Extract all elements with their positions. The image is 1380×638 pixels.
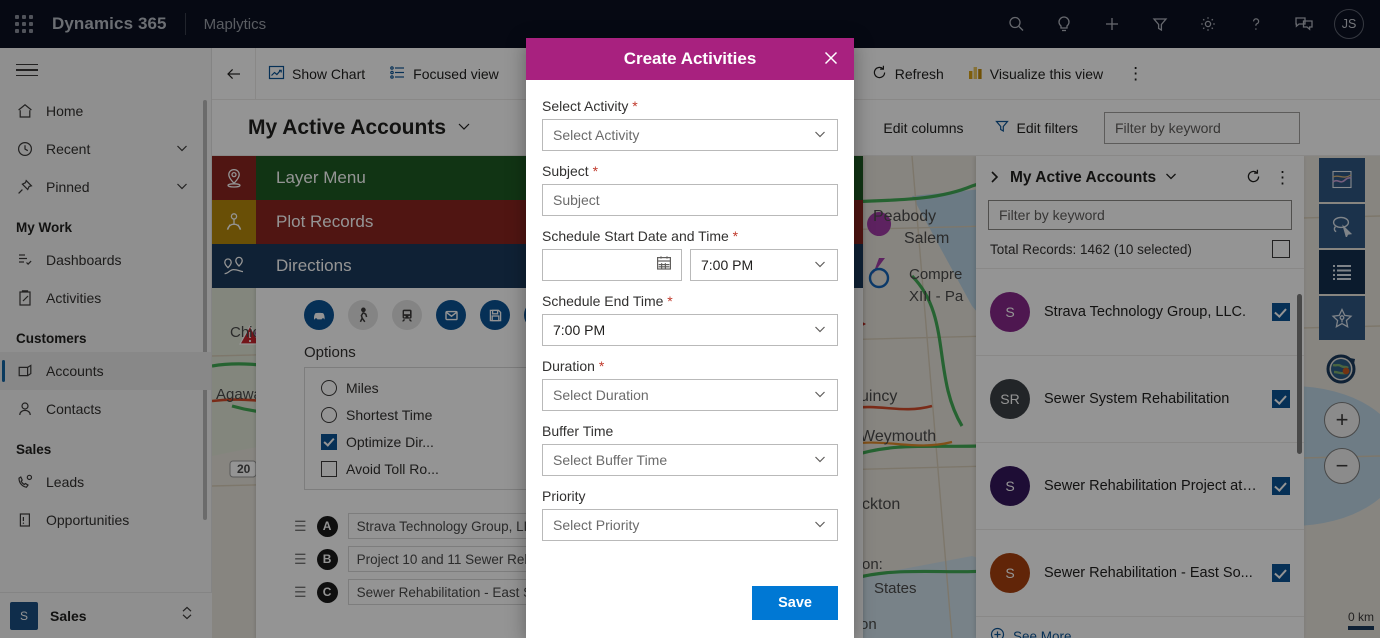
priority-label: Priority [542, 488, 838, 504]
chevron-down-icon [813, 257, 827, 274]
select-activity-label: Select Activity * [542, 98, 838, 114]
subject-label: Subject * [542, 163, 838, 179]
chevron-down-icon [813, 387, 827, 404]
create-activities-dialog: Create Activities Select Activity * Sele… [526, 38, 854, 638]
select-activity-value: Select Activity [553, 127, 640, 143]
required-marker: * [667, 293, 673, 309]
duration-value: Select Duration [553, 387, 649, 403]
required-marker: * [598, 358, 605, 374]
required-marker: * [732, 228, 739, 244]
priority-dropdown[interactable]: Select Priority [542, 509, 838, 541]
field-label-text: Subject [542, 163, 589, 179]
start-time-value: 7:00 PM [701, 257, 754, 273]
required-marker: * [632, 98, 638, 114]
schedule-end-label: Schedule End Time * [542, 293, 838, 309]
chevron-down-icon [813, 127, 827, 144]
field-label-text: Schedule Start Date and Time [542, 228, 729, 244]
schedule-start-row: 7:00 PM [542, 249, 838, 281]
close-icon[interactable] [822, 49, 840, 72]
dialog-footer: Save [526, 580, 854, 638]
duration-dropdown[interactable]: Select Duration [542, 379, 838, 411]
chevron-down-icon [813, 452, 827, 469]
priority-value: Select Priority [553, 517, 640, 533]
field-label-text: Schedule End Time [542, 293, 664, 309]
calendar-icon[interactable] [655, 254, 673, 277]
start-time-dropdown[interactable]: 7:00 PM [690, 249, 838, 281]
duration-label: Duration * [542, 358, 838, 374]
field-label-text: Select Activity [542, 98, 629, 114]
dialog-header: Create Activities [526, 38, 854, 80]
schedule-end-value: 7:00 PM [553, 322, 606, 338]
select-activity-dropdown[interactable]: Select Activity [542, 119, 838, 151]
chevron-down-icon [813, 322, 827, 339]
required-marker: * [592, 163, 599, 179]
buffer-time-dropdown[interactable]: Select Buffer Time [542, 444, 838, 476]
subject-input[interactable]: Subject [542, 184, 838, 216]
dialog-body: Select Activity * Select Activity Subjec… [526, 80, 854, 580]
schedule-end-dropdown[interactable]: 7:00 PM [542, 314, 838, 346]
start-date-input[interactable] [542, 249, 682, 281]
field-label-text: Priority [542, 488, 586, 504]
subject-placeholder: Subject [553, 192, 600, 208]
field-label-text: Buffer Time [542, 423, 614, 439]
buffer-time-value: Select Buffer Time [553, 452, 668, 468]
buffer-time-label: Buffer Time [542, 423, 838, 439]
dialog-title: Create Activities [623, 49, 757, 68]
save-button[interactable]: Save [752, 586, 838, 620]
schedule-start-label: Schedule Start Date and Time * [542, 228, 838, 244]
chevron-down-icon [813, 517, 827, 534]
field-label-text: Duration [542, 358, 595, 374]
